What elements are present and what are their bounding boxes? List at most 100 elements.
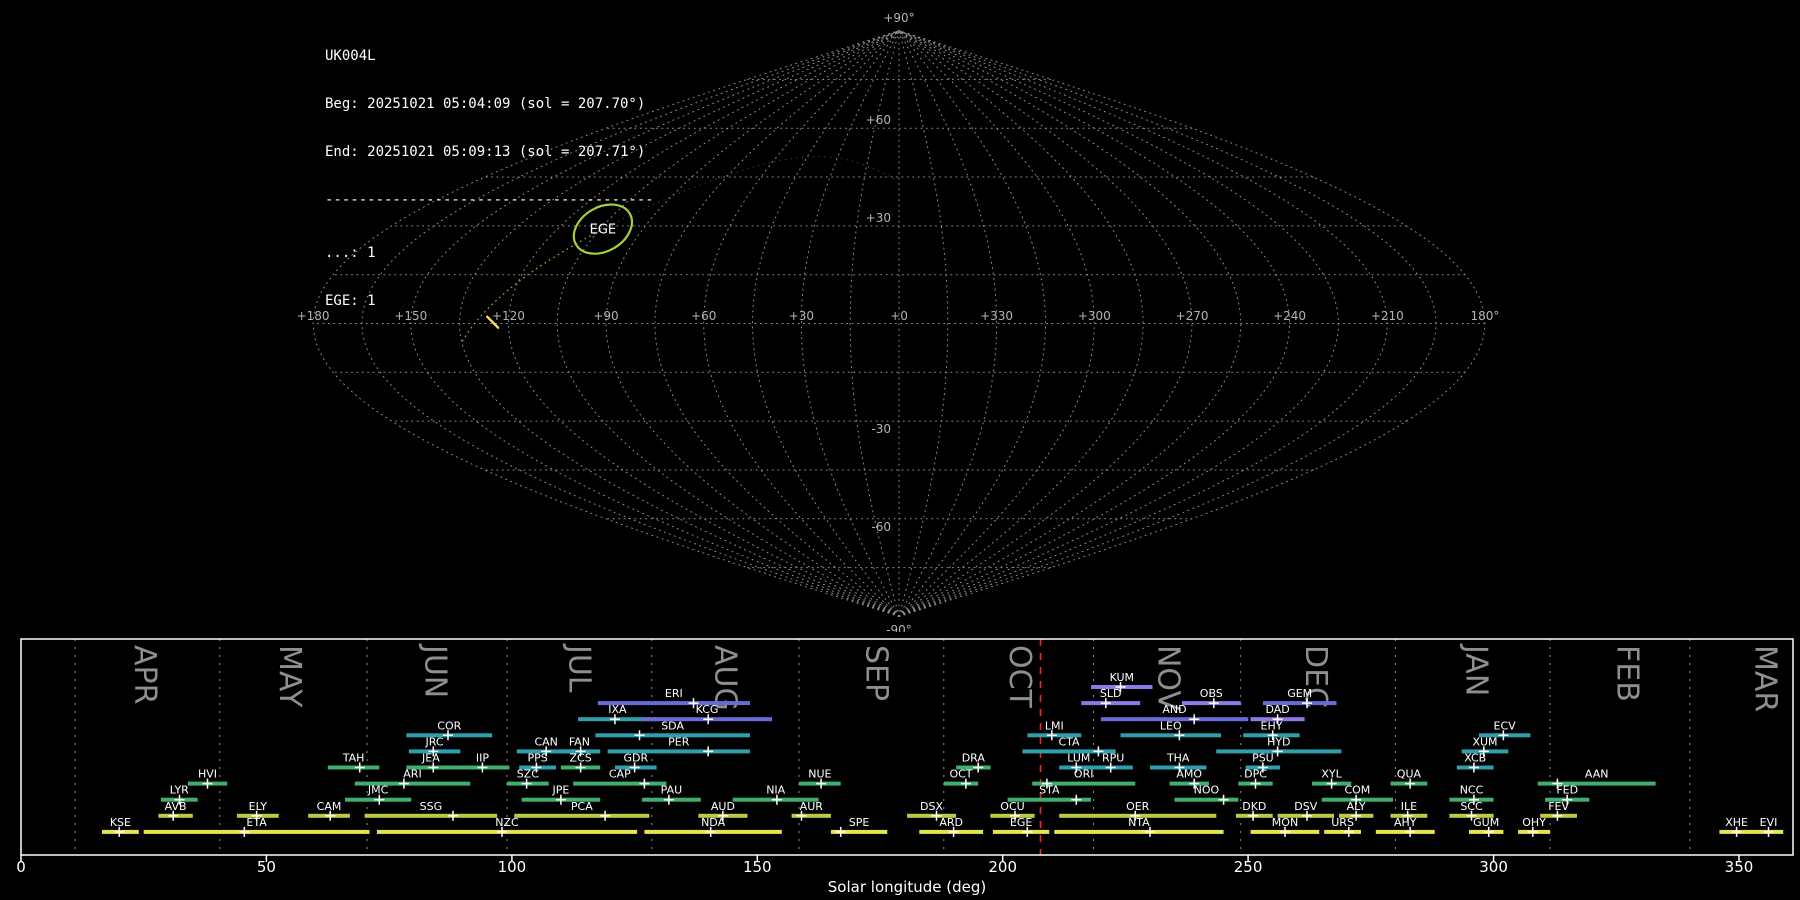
shower-NDA: NDA — [644, 816, 782, 837]
shower-code-label: JRC — [424, 735, 443, 748]
shower-ETA: ETA — [143, 816, 370, 837]
shower-code-label: LMI — [1045, 719, 1064, 732]
shower-code-label: AVB — [165, 800, 187, 813]
shower-NUE: NUE — [799, 768, 841, 789]
dec-label: -60 — [871, 520, 891, 534]
dec-label: +30 — [866, 211, 891, 225]
shower-bar — [143, 829, 370, 834]
shower-RPU: RPU — [1093, 752, 1133, 773]
shower-OHY: OHY — [1518, 816, 1550, 837]
shower-code-label: SCC — [1460, 800, 1483, 813]
shower-CAM: CAM — [308, 800, 350, 821]
shower-CAP: CAP — [573, 768, 667, 789]
shower-code-label: SLD — [1100, 687, 1122, 700]
ra-label: +30 — [789, 309, 814, 323]
shower-code-label: ARD — [939, 816, 963, 829]
ra-label: +330 — [980, 309, 1013, 323]
ra-label: +270 — [1176, 309, 1209, 323]
shower-EVI: EVI — [1753, 816, 1784, 837]
shower-code-label: PCA — [571, 800, 593, 813]
x-tick-label: 0 — [16, 858, 26, 876]
shower-code-label: OCU — [1000, 800, 1024, 813]
shower-bar — [1054, 829, 1224, 834]
shower-peak-marker — [835, 826, 846, 837]
shower-XHE: XHE — [1719, 816, 1754, 837]
ra-label: +60 — [691, 309, 716, 323]
month-label: SEP — [859, 645, 894, 701]
shower-peak-marker — [639, 778, 650, 789]
x-axis-title: Solar longitude (deg) — [828, 878, 986, 896]
ra-label: +210 — [1371, 309, 1404, 323]
shower-code-label: PSU — [1252, 752, 1274, 765]
shower-code-label: AMO — [1176, 768, 1202, 781]
shower-code-label: LEO — [1160, 719, 1182, 732]
sky-map: EGE+90°-90°+180 +150 +120 +90 +60 +30 +0 +330 +3… — [297, 11, 1500, 632]
shower-code-label: JEA — [421, 752, 440, 765]
shower-PAU: PAU — [641, 784, 701, 805]
shower-code-label: GEM — [1287, 687, 1312, 700]
shower-code-label: OCT — [949, 768, 972, 781]
shower-code-label: ZCS — [569, 752, 591, 765]
shower-code-label: HYD — [1267, 735, 1290, 748]
shower-code-label: ELY — [249, 800, 268, 813]
shower-code-label: NZC — [495, 816, 519, 829]
shower-JMC: JMC — [345, 784, 412, 805]
shower-code-label: NDA — [701, 816, 726, 829]
shower-NTA: NTA — [1054, 816, 1224, 837]
shower-code-label: NTA — [1128, 816, 1150, 829]
shower-code-label: JMC — [367, 784, 389, 797]
shower-code-label: COM — [1344, 784, 1370, 797]
x-tick-label: 300 — [1479, 858, 1508, 876]
shower-AUR: AUR — [791, 800, 831, 821]
shower-code-label: TAH — [342, 752, 365, 765]
shower-bar — [1174, 797, 1239, 802]
month-label: FEB — [1610, 645, 1645, 702]
shower-code-label: SSG — [420, 800, 443, 813]
x-tick-label: 100 — [498, 858, 527, 876]
shower-code-label: XHE — [1725, 816, 1748, 829]
shower-code-label: CAM — [317, 800, 342, 813]
ra-label: +300 — [1078, 309, 1111, 323]
shower-code-label: NIA — [766, 784, 785, 797]
dec-label: -30 — [871, 422, 891, 436]
shower-peak-marker — [1071, 794, 1082, 805]
shower-code-label: XYL — [1321, 768, 1342, 781]
shower-bar — [992, 829, 1050, 834]
pole-label-south: -90° — [886, 623, 912, 632]
shower-code-label: KCG — [696, 703, 719, 716]
shower-bar — [514, 813, 650, 818]
shower-code-label: PER — [668, 735, 690, 748]
month-label: JUL — [562, 643, 597, 693]
shower-code-label: XUM — [1472, 735, 1497, 748]
x-tick-label: 50 — [257, 858, 276, 876]
month-label: NOV — [1151, 645, 1186, 712]
shower-code-label: GDR — [623, 752, 648, 765]
shower-code-label: SZC — [517, 768, 540, 781]
shower-PCA: PCA — [514, 800, 650, 821]
shower-code-label: DPC — [1244, 768, 1267, 781]
shower-OBS: OBS — [1181, 687, 1241, 709]
shower-DKD: DKD — [1235, 800, 1273, 821]
shower-code-label: OBS — [1200, 687, 1223, 700]
month-label: JAN — [1458, 643, 1493, 696]
month-label: AUG — [707, 645, 742, 711]
shower-code-label: DRA — [962, 752, 986, 765]
shower-code-label: ALY — [1347, 800, 1366, 813]
shower-code-label: EHY — [1261, 719, 1283, 732]
shower-OCT: OCT — [943, 768, 979, 789]
shower-code-label: CTA — [1058, 735, 1080, 748]
ra-label: +0 — [890, 309, 908, 323]
shower-code-label: FAN — [569, 735, 590, 748]
shower-code-label: KSE — [110, 816, 131, 829]
pole-label-north: +90° — [883, 11, 914, 25]
shower-code-label: THA — [1166, 752, 1190, 765]
shower-HYD: HYD — [1216, 735, 1342, 757]
shower-AHY: AHY — [1375, 816, 1435, 837]
shower-LEO: LEO — [1120, 719, 1222, 741]
shower-ARD: ARD — [919, 816, 984, 837]
shower-code-label: STA — [1039, 784, 1060, 797]
shower-GUM: GUM — [1469, 816, 1504, 837]
shower-NZC: NZC — [376, 816, 638, 837]
count-unclassified: ...: 1 — [325, 245, 376, 261]
shower-code-label: ARI — [403, 768, 421, 781]
